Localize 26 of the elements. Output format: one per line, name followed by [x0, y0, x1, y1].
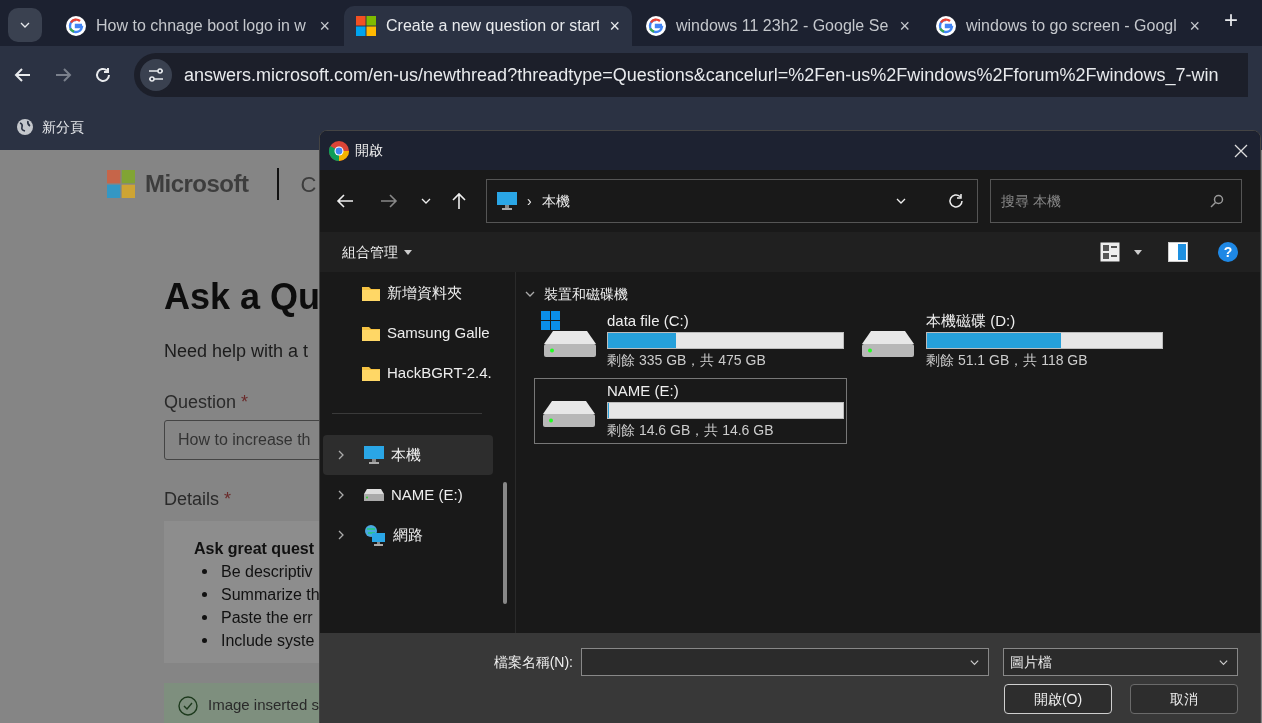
tip-text: Be descriptiv: [221, 562, 313, 582]
tip-text: Summarize th: [221, 585, 320, 605]
tip-text: Paste the err: [221, 608, 313, 628]
page-heading: Ask a Qu: [164, 275, 321, 319]
field-label: Details *: [164, 488, 232, 511]
tip-text: Include syste: [221, 631, 315, 651]
dialog-title: 開啟: [355, 141, 384, 160]
filename-label: 檔案名稱(N):: [493, 652, 573, 672]
brand-name: Microsoft: [145, 169, 249, 199]
free-space-text: 剩餘 335 GB，共 475 GB: [607, 351, 767, 370]
free-space-text: 剩餘 14.6 GB，共 14.6 GB: [607, 421, 775, 440]
url-text: answers.microsoft.com/en-us/newthread?threadtype=Questions&cancelurl=%2Fen-us%2Fwindows%2Fforum%2Fwindows_7-win: [184, 63, 1219, 88]
drive-name: data file (C:): [607, 311, 690, 331]
tab-title: windows to go screen - Googl: [966, 16, 1178, 36]
drive-name: 本機磁碟 (D:): [926, 311, 1017, 331]
intro-text: Need help with a t: [164, 340, 309, 363]
drive-name: NAME (E:): [607, 381, 680, 401]
tips-title: Ask great quest: [194, 539, 316, 559]
free-space-text: 剩餘 51.1 GB，共 118 GB: [926, 351, 1089, 370]
field-label: Question *: [164, 391, 249, 414]
breadcrumb-separator: ›: [527, 191, 532, 211]
tab-title: Create a new question or start: [386, 16, 600, 36]
notice-text: Image inserted s: [208, 695, 319, 716]
brand-suffix: C: [300, 170, 317, 199]
tab-title: How to chnage boot logo in w: [96, 16, 307, 36]
tab-title: windows 11 23h2 - Google Se: [676, 16, 890, 36]
